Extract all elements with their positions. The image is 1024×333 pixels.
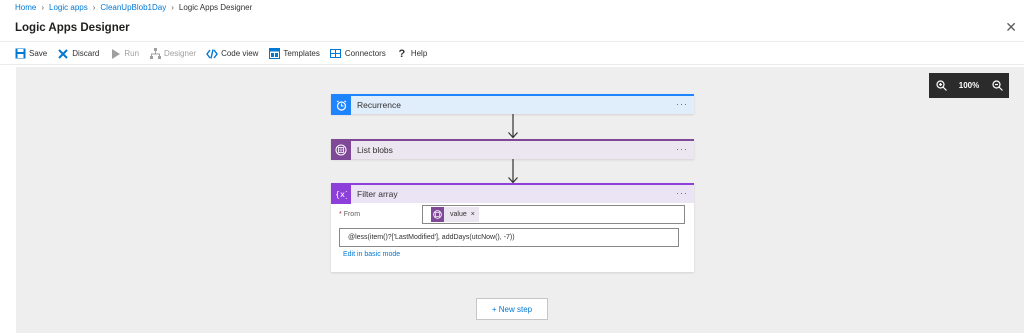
required-marker: *: [339, 211, 342, 218]
templates-label: Templates: [283, 49, 320, 58]
code-view-label: Code view: [221, 49, 259, 58]
discard-button[interactable]: Discard: [57, 45, 99, 63]
zoom-control: 100%: [929, 73, 1009, 98]
code-icon: [206, 48, 218, 60]
connector-arrow: [507, 159, 519, 184]
from-label: * From: [339, 211, 360, 218]
run-button[interactable]: Run: [109, 45, 139, 63]
svg-text:{x}: {x}: [335, 190, 347, 199]
token-remove-icon[interactable]: ×: [471, 211, 475, 218]
save-button[interactable]: Save: [14, 45, 47, 63]
help-icon: ?: [398, 47, 406, 60]
breadcrumb-current: Logic Apps Designer: [178, 3, 253, 12]
alarm-clock-icon: [331, 95, 351, 115]
play-icon: [109, 48, 121, 60]
more-options-icon[interactable]: ···: [676, 188, 688, 198]
breadcrumb: Home › Logic apps › CleanUpBlob1Day › Lo…: [0, 0, 1024, 15]
step-recurrence[interactable]: Recurrence ···: [331, 94, 694, 115]
title-bar: Logic Apps Designer ✕: [0, 15, 1024, 42]
save-icon: [14, 48, 26, 60]
breadcrumb-separator: ›: [92, 3, 96, 12]
breadcrumb-home[interactable]: Home: [15, 3, 36, 12]
zoom-in-icon[interactable]: [935, 80, 947, 92]
connectors-button[interactable]: Connectors: [330, 45, 386, 63]
templates-icon: [268, 48, 280, 60]
step-title: List blobs: [357, 145, 393, 155]
templates-button[interactable]: Templates: [268, 45, 320, 63]
step-header[interactable]: List blobs ···: [331, 139, 694, 160]
connectors-label: Connectors: [344, 49, 386, 58]
blob-storage-icon: [431, 207, 444, 222]
from-field[interactable]: value ×: [422, 205, 685, 224]
zoom-out-icon[interactable]: [991, 80, 1003, 92]
blob-storage-icon: [331, 140, 351, 160]
step-title: Recurrence: [357, 100, 401, 110]
close-icon[interactable]: ✕: [1005, 20, 1017, 34]
designer-label: Designer: [164, 49, 197, 58]
hierarchy-icon: [149, 48, 161, 60]
designer-button[interactable]: Designer: [149, 45, 196, 63]
breadcrumb-separator: ›: [171, 3, 174, 12]
run-label: Run: [124, 49, 140, 58]
connector-arrow: [507, 114, 519, 139]
token-label: value: [450, 211, 467, 218]
code-view-button[interactable]: Code view: [206, 45, 258, 63]
new-step-button[interactable]: + New step: [476, 298, 548, 320]
step-title: Filter array: [357, 189, 398, 199]
connectors-icon: [330, 48, 342, 60]
help-button[interactable]: ? Help: [396, 45, 427, 63]
step-header[interactable]: {x} Filter array ···: [331, 183, 694, 204]
edit-basic-mode-link[interactable]: Edit in basic mode: [343, 251, 400, 258]
toolbar: Save Discard Run Designer Code view Temp…: [0, 43, 1024, 65]
dynamic-content-token[interactable]: value ×: [431, 207, 479, 222]
save-label: Save: [29, 49, 48, 58]
breadcrumb-app[interactable]: CleanUpBlob1Day: [100, 3, 166, 12]
step-header[interactable]: Recurrence ···: [331, 94, 694, 115]
expression-field[interactable]: @less(item()?['LastModified'], addDays(u…: [339, 228, 679, 247]
discard-label: Discard: [72, 49, 100, 58]
from-label-text: From: [343, 211, 361, 218]
breadcrumb-logic-apps[interactable]: Logic apps: [49, 3, 88, 12]
zoom-level: 100%: [958, 81, 980, 90]
help-label: Help: [410, 49, 428, 58]
more-options-icon[interactable]: ···: [676, 99, 688, 109]
step-list-blobs[interactable]: List blobs ···: [331, 139, 694, 160]
close-icon: [57, 48, 69, 60]
more-options-icon[interactable]: ···: [676, 144, 688, 154]
variables-icon: {x}: [331, 184, 351, 204]
page-title: Logic Apps Designer: [15, 22, 130, 34]
breadcrumb-separator: ›: [41, 3, 45, 12]
